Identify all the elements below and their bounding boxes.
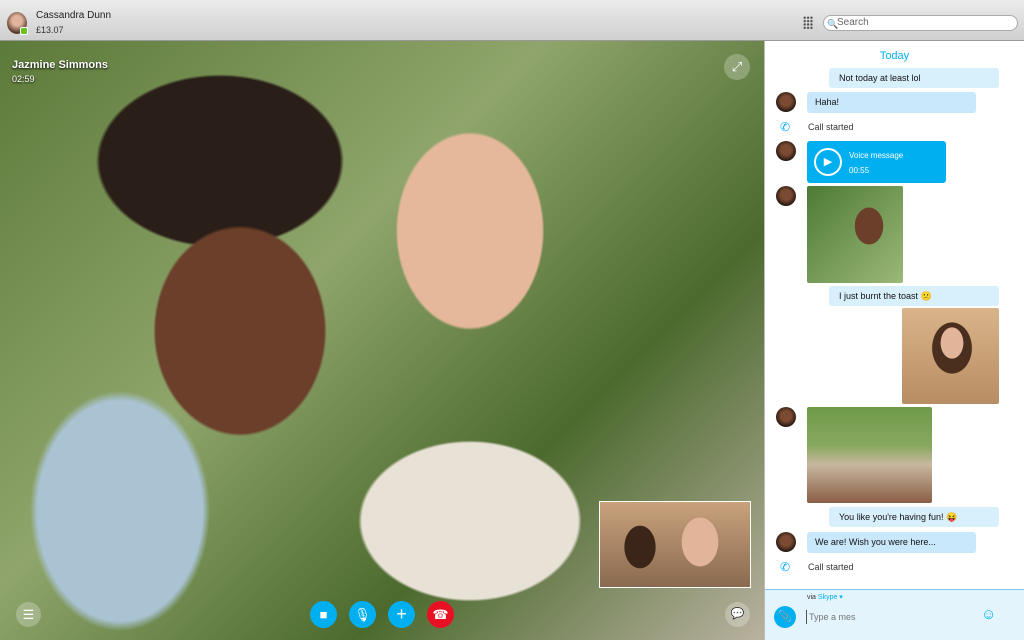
message-outgoing: You like you're having fun! 😝 xyxy=(829,507,999,527)
shared-photo[interactable] xyxy=(807,407,932,503)
message-incoming: We are! Wish you were here... xyxy=(807,532,976,553)
system-message: Call started xyxy=(808,562,854,572)
contact-avatar[interactable] xyxy=(776,186,796,206)
chat-panel: Today Not today at least lol Haha! ✆ Cal… xyxy=(764,41,1024,640)
menu-icon[interactable]: ☰ xyxy=(16,602,41,627)
self-view-video[interactable] xyxy=(599,501,751,588)
contact-avatar[interactable] xyxy=(776,141,796,161)
video-call-view: Jazmine Simmons 02:59 ⤢ ☰ ■ 🎙 + ☎ 💬 xyxy=(0,41,764,640)
play-icon[interactable]: ▶ xyxy=(814,148,842,176)
emoticon-icon[interactable]: ☺ xyxy=(981,606,996,623)
shared-photo[interactable] xyxy=(807,186,903,283)
phone-icon: ✆ xyxy=(780,560,791,574)
end-call-button[interactable]: ☎ xyxy=(427,601,454,628)
skype-credit[interactable]: £13.07 xyxy=(36,25,64,35)
message-input[interactable] xyxy=(806,610,976,624)
send-via-selector[interactable]: via Skype ▾ xyxy=(807,593,843,601)
message-outgoing: I just burnt the toast 😕 xyxy=(829,286,999,306)
fullscreen-icon[interactable]: ⤢ xyxy=(724,54,750,80)
voice-message[interactable]: ▶ Voice message 00:55 xyxy=(807,141,946,183)
attach-file-button[interactable]: 📎 xyxy=(774,606,796,628)
contact-avatar[interactable] xyxy=(776,407,796,427)
add-participant-button[interactable]: + xyxy=(388,601,415,628)
message-outgoing: Not today at least lol xyxy=(829,68,999,88)
via-service[interactable]: Skype ▾ xyxy=(818,594,843,601)
contact-avatar[interactable] xyxy=(776,532,796,552)
voice-message-label: Voice message xyxy=(849,151,904,160)
system-message: Call started xyxy=(808,122,854,132)
dialpad-icon[interactable] xyxy=(803,16,813,29)
phone-icon: ✆ xyxy=(780,120,791,134)
search-icon: 🔍 xyxy=(827,19,839,29)
mute-microphone-button[interactable]: 🎙 xyxy=(349,601,376,628)
via-label: via xyxy=(807,594,816,601)
online-status-icon xyxy=(20,27,28,35)
chat-bubble-icon[interactable]: 💬 xyxy=(725,602,750,627)
voice-message-duration: 00:55 xyxy=(849,166,870,175)
callee-name: Jazmine Simmons xyxy=(12,59,108,71)
date-divider: Today xyxy=(879,50,910,62)
title-bar: Cassandra Dunn £13.07 🔍 Search xyxy=(0,0,1024,41)
message-incoming: Haha! xyxy=(807,92,976,113)
shared-photo[interactable] xyxy=(902,308,999,404)
video-toggle-button[interactable]: ■ xyxy=(310,601,337,628)
profile-name: Cassandra Dunn xyxy=(36,10,112,21)
search-placeholder: Search xyxy=(837,17,869,28)
call-duration: 02:59 xyxy=(12,74,35,84)
contact-avatar[interactable] xyxy=(776,92,796,112)
compose-area: via Skype ▾ 📎 ☺ xyxy=(765,589,1024,640)
search-input[interactable]: 🔍 Search xyxy=(823,15,1018,31)
